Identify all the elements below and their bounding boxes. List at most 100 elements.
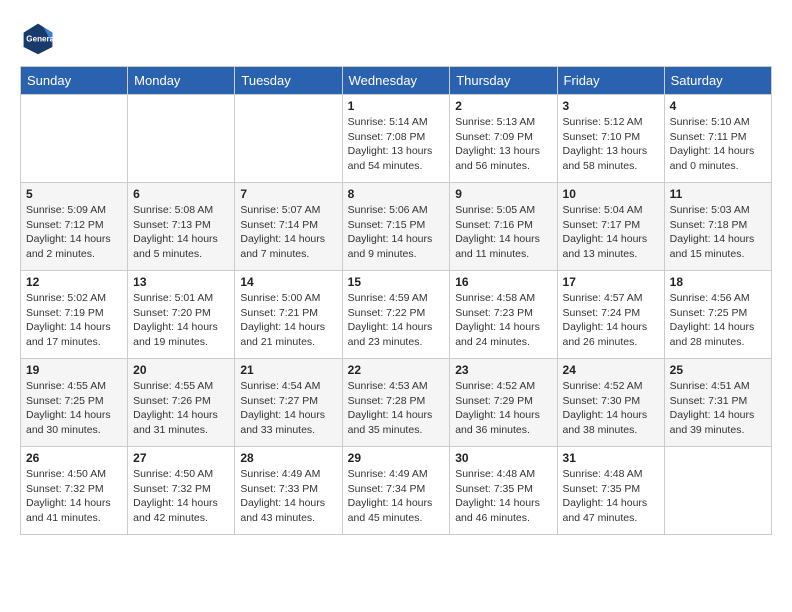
- day-number: 3: [563, 99, 659, 113]
- day-number: 18: [670, 275, 766, 289]
- day-number: 16: [455, 275, 551, 289]
- calendar-cell: 13Sunrise: 5:01 AM Sunset: 7:20 PM Dayli…: [128, 271, 235, 359]
- calendar-cell: 10 Sunrise: 5:04 AM Sunset: 7:17 PM Dayli…: [557, 183, 664, 271]
- day-info: Sunrise: 4:49 AM Sunset: 7:34 PM Dayligh…: [348, 467, 445, 526]
- day-number: 7: [240, 187, 336, 201]
- svg-text:General: General: [26, 35, 56, 44]
- day-info: Sunrise: 5:07 AM Sunset: 7:14 PM Dayligh…: [240, 203, 336, 262]
- day-number: 10: [563, 187, 659, 201]
- calendar-cell: 20 Sunrise: 4:55 AM Sunset: 7:26 PM Dayli…: [128, 359, 235, 447]
- day-number: 20: [133, 363, 229, 377]
- calendar-cell: 8 Sunrise: 5:06 AM Sunset: 7:15 PM Daylig…: [342, 183, 450, 271]
- day-info: Sunrise: 4:51 AM Sunset: 7:31 PM Dayligh…: [670, 379, 766, 438]
- day-info: Sunrise: 4:56 AM Sunset: 7:25 PM Dayligh…: [670, 291, 766, 350]
- day-number: 6: [133, 187, 229, 201]
- day-number: 11: [670, 187, 766, 201]
- calendar-cell: 17Sunrise: 4:57 AM Sunset: 7:24 PM Dayli…: [557, 271, 664, 359]
- calendar-cell: 12 Sunrise: 5:02 AM Sunset: 7:19 PM Dayli…: [21, 271, 128, 359]
- page-header: General: [20, 20, 772, 56]
- weekday-header: Sunday: [21, 67, 128, 95]
- calendar-cell: 23Sunrise: 4:52 AM Sunset: 7:29 PM Dayli…: [450, 359, 557, 447]
- calendar-cell: 31 Sunrise: 4:48 AM Sunset: 7:35 PM Dayli…: [557, 447, 664, 535]
- calendar-cell: 14Sunrise: 5:00 AM Sunset: 7:21 PM Dayli…: [235, 271, 342, 359]
- calendar-cell: 4 Sunrise: 5:10 AM Sunset: 7:11 PM Daylig…: [664, 95, 771, 183]
- day-info: Sunrise: 5:14 AM Sunset: 7:08 PM Dayligh…: [348, 115, 445, 174]
- calendar-table: SundayMondayTuesdayWednesdayThursdayFrid…: [20, 66, 772, 535]
- day-info: Sunrise: 5:06 AM Sunset: 7:15 PM Dayligh…: [348, 203, 445, 262]
- day-info: Sunrise: 4:59 AM Sunset: 7:22 PM Dayligh…: [348, 291, 445, 350]
- day-number: 24: [563, 363, 659, 377]
- calendar-cell: 27 Sunrise: 4:50 AM Sunset: 7:32 PM Dayli…: [128, 447, 235, 535]
- day-info: Sunrise: 5:10 AM Sunset: 7:11 PM Dayligh…: [670, 115, 766, 174]
- weekday-header: Monday: [128, 67, 235, 95]
- calendar-cell: 7 Sunrise: 5:07 AM Sunset: 7:14 PM Daylig…: [235, 183, 342, 271]
- day-info: Sunrise: 4:49 AM Sunset: 7:33 PM Dayligh…: [240, 467, 336, 526]
- day-info: Sunrise: 4:50 AM Sunset: 7:32 PM Dayligh…: [26, 467, 122, 526]
- day-info: Sunrise: 4:54 AM Sunset: 7:27 PM Dayligh…: [240, 379, 336, 438]
- day-number: 1: [348, 99, 445, 113]
- day-info: Sunrise: 4:52 AM Sunset: 7:30 PM Dayligh…: [563, 379, 659, 438]
- day-info: Sunrise: 4:53 AM Sunset: 7:28 PM Dayligh…: [348, 379, 445, 438]
- day-number: 9: [455, 187, 551, 201]
- logo: General: [20, 20, 62, 56]
- calendar-cell: 16 Sunrise: 4:58 AM Sunset: 7:23 PM Dayli…: [450, 271, 557, 359]
- day-info: Sunrise: 4:58 AM Sunset: 7:23 PM Dayligh…: [455, 291, 551, 350]
- day-info: Sunrise: 5:13 AM Sunset: 7:09 PM Dayligh…: [455, 115, 551, 174]
- calendar-cell: 21 Sunrise: 4:54 AM Sunset: 7:27 PM Dayli…: [235, 359, 342, 447]
- day-info: Sunrise: 4:55 AM Sunset: 7:25 PM Dayligh…: [26, 379, 122, 438]
- calendar-cell: [128, 95, 235, 183]
- day-number: 29: [348, 451, 445, 465]
- calendar-cell: 9 Sunrise: 5:05 AM Sunset: 7:16 PM Daylig…: [450, 183, 557, 271]
- day-number: 28: [240, 451, 336, 465]
- day-number: 25: [670, 363, 766, 377]
- day-info: Sunrise: 5:00 AM Sunset: 7:21 PM Dayligh…: [240, 291, 336, 350]
- day-number: 22: [348, 363, 445, 377]
- day-number: 31: [563, 451, 659, 465]
- calendar-cell: 28 Sunrise: 4:49 AM Sunset: 7:33 PM Dayli…: [235, 447, 342, 535]
- day-number: 5: [26, 187, 122, 201]
- calendar-cell: 29 Sunrise: 4:49 AM Sunset: 7:34 PM Dayli…: [342, 447, 450, 535]
- calendar-cell: 1 Sunrise: 5:14 AM Sunset: 7:08 PM Daylig…: [342, 95, 450, 183]
- day-number: 26: [26, 451, 122, 465]
- day-number: 15: [348, 275, 445, 289]
- day-number: 30: [455, 451, 551, 465]
- calendar-cell: 24 Sunrise: 4:52 AM Sunset: 7:30 PM Dayli…: [557, 359, 664, 447]
- day-number: 19: [26, 363, 122, 377]
- weekday-header: Thursday: [450, 67, 557, 95]
- day-info: Sunrise: 5:05 AM Sunset: 7:16 PM Dayligh…: [455, 203, 551, 262]
- day-info: Sunrise: 4:50 AM Sunset: 7:32 PM Dayligh…: [133, 467, 229, 526]
- calendar-cell: 19 Sunrise: 4:55 AM Sunset: 7:25 PM Dayli…: [21, 359, 128, 447]
- day-info: Sunrise: 4:55 AM Sunset: 7:26 PM Dayligh…: [133, 379, 229, 438]
- calendar-cell: [235, 95, 342, 183]
- calendar-cell: 15 Sunrise: 4:59 AM Sunset: 7:22 PM Dayli…: [342, 271, 450, 359]
- day-info: Sunrise: 4:57 AM Sunset: 7:24 PM Dayligh…: [563, 291, 659, 350]
- day-number: 4: [670, 99, 766, 113]
- calendar-cell: 5 Sunrise: 5:09 AM Sunset: 7:12 PM Daylig…: [21, 183, 128, 271]
- calendar-cell: [21, 95, 128, 183]
- day-number: 21: [240, 363, 336, 377]
- calendar-cell: 11 Sunrise: 5:03 AM Sunset: 7:18 PM Dayli…: [664, 183, 771, 271]
- calendar-cell: 2Sunrise: 5:13 AM Sunset: 7:09 PM Daylig…: [450, 95, 557, 183]
- weekday-header: Tuesday: [235, 67, 342, 95]
- day-info: Sunrise: 4:48 AM Sunset: 7:35 PM Dayligh…: [563, 467, 659, 526]
- day-info: Sunrise: 5:02 AM Sunset: 7:19 PM Dayligh…: [26, 291, 122, 350]
- day-number: 12: [26, 275, 122, 289]
- day-number: 23: [455, 363, 551, 377]
- day-info: Sunrise: 5:04 AM Sunset: 7:17 PM Dayligh…: [563, 203, 659, 262]
- day-info: Sunrise: 4:48 AM Sunset: 7:35 PM Dayligh…: [455, 467, 551, 526]
- calendar-cell: [664, 447, 771, 535]
- weekday-header: Wednesday: [342, 67, 450, 95]
- day-info: Sunrise: 5:08 AM Sunset: 7:13 PM Dayligh…: [133, 203, 229, 262]
- day-info: Sunrise: 5:12 AM Sunset: 7:10 PM Dayligh…: [563, 115, 659, 174]
- day-info: Sunrise: 5:03 AM Sunset: 7:18 PM Dayligh…: [670, 203, 766, 262]
- calendar-cell: 6 Sunrise: 5:08 AM Sunset: 7:13 PM Daylig…: [128, 183, 235, 271]
- day-number: 8: [348, 187, 445, 201]
- calendar-cell: 30 Sunrise: 4:48 AM Sunset: 7:35 PM Dayli…: [450, 447, 557, 535]
- weekday-header: Saturday: [664, 67, 771, 95]
- calendar-cell: 22 Sunrise: 4:53 AM Sunset: 7:28 PM Dayli…: [342, 359, 450, 447]
- day-info: Sunrise: 5:09 AM Sunset: 7:12 PM Dayligh…: [26, 203, 122, 262]
- day-number: 27: [133, 451, 229, 465]
- calendar-cell: 25 Sunrise: 4:51 AM Sunset: 7:31 PM Dayli…: [664, 359, 771, 447]
- logo-icon: General: [20, 20, 56, 56]
- day-number: 13: [133, 275, 229, 289]
